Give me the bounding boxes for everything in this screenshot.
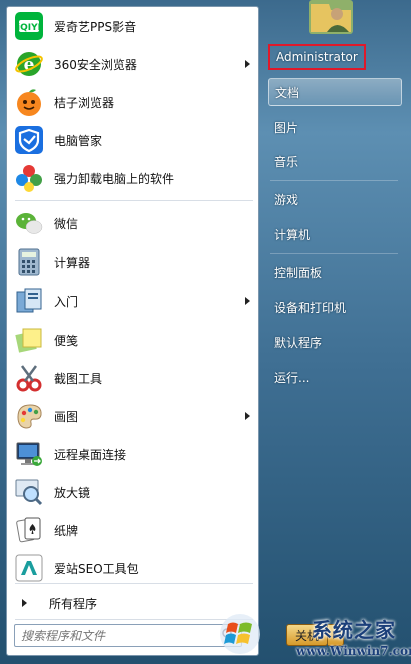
submenu-arrow-icon[interactable] <box>245 297 250 305</box>
watermark: 系统之家 www.Winwin7.com <box>214 608 411 664</box>
program-pc-manager[interactable]: 电脑管家 <box>10 122 256 158</box>
program-wechat[interactable]: 微信 <box>10 205 256 241</box>
pictures-item[interactable]: 图片 <box>268 113 402 141</box>
watermark-url: www.Winwin7.com <box>296 644 411 658</box>
uninstall-icon <box>13 162 45 194</box>
default-programs-label: 默认程序 <box>274 335 323 350</box>
program-label: 微信 <box>54 216 79 231</box>
360-browser-icon: e <box>13 48 45 80</box>
games-label: 游戏 <box>274 192 299 207</box>
devices-printers-item[interactable]: 设备和打印机 <box>268 293 402 321</box>
watermark-title: 系统之家 <box>312 618 396 642</box>
computer-label: 计算机 <box>274 227 311 242</box>
program-label: 爱奇艺PPS影音 <box>54 19 137 34</box>
divider <box>270 180 398 181</box>
program-label: 入门 <box>54 294 79 309</box>
run-label: 运行... <box>274 370 310 385</box>
program-iqiyi[interactable]: iQIYI 爱奇艺PPS影音 <box>10 8 256 44</box>
arrow-right-icon <box>22 599 27 607</box>
program-magnifier[interactable]: 放大镜 <box>10 474 256 510</box>
program-label: 爱站SEO工具包 <box>54 561 139 576</box>
calculator-icon <box>13 246 45 278</box>
submenu-arrow-icon[interactable] <box>245 412 250 420</box>
program-label: 便笺 <box>54 333 79 348</box>
search-box[interactable] <box>14 624 242 647</box>
solitaire-icon <box>13 514 45 546</box>
pc-manager-icon <box>13 124 45 156</box>
computer-item[interactable]: 计算机 <box>268 220 402 248</box>
program-label: 纸牌 <box>54 523 79 538</box>
program-label: 截图工具 <box>54 371 103 386</box>
programs-pane: iQIYI 爱奇艺PPS影音 e 360安全浏览器 桔子浏览器 电脑管家 强力卸… <box>6 6 259 656</box>
user-folder-administrator[interactable]: Administrator <box>268 44 366 70</box>
music-item[interactable]: 音乐 <box>268 147 402 175</box>
control-panel-label: 控制面板 <box>274 265 323 280</box>
pictures-label: 图片 <box>274 120 299 135</box>
sticky-notes-icon <box>13 324 45 356</box>
documents-label: 文档 <box>275 85 300 100</box>
program-label: 画图 <box>54 409 79 424</box>
divider <box>15 583 253 584</box>
program-paint[interactable]: 画图 <box>10 398 256 434</box>
program-uninstall[interactable]: 强力卸载电脑上的软件 <box>10 160 256 196</box>
search-input[interactable] <box>21 628 211 643</box>
wechat-icon <box>13 207 45 239</box>
program-360-browser[interactable]: e 360安全浏览器 <box>10 46 256 82</box>
music-label: 音乐 <box>274 154 299 169</box>
program-label: 计算器 <box>54 255 91 270</box>
getting-started-icon <box>13 285 45 317</box>
iqiyi-icon: iQIYI <box>13 10 45 42</box>
all-programs-label: 所有程序 <box>49 596 98 611</box>
program-seo-toolkit[interactable]: 爱站SEO工具包 <box>10 550 256 586</box>
program-label: 强力卸载电脑上的软件 <box>54 171 175 186</box>
documents-item[interactable]: 文档 <box>268 78 402 106</box>
games-item[interactable]: 游戏 <box>268 185 402 213</box>
devices-printers-label: 设备和打印机 <box>274 300 347 315</box>
program-label: 桔子浏览器 <box>54 95 115 110</box>
program-orange-browser[interactable]: 桔子浏览器 <box>10 84 256 120</box>
program-label: 放大镜 <box>54 485 91 500</box>
run-item[interactable]: 运行... <box>268 363 402 391</box>
remote-desktop-icon <box>13 438 45 470</box>
svg-text:iQIYI: iQIYI <box>17 23 41 33</box>
windows-logo-icon <box>220 614 260 654</box>
program-remote-desktop[interactable]: 远程桌面连接 <box>10 436 256 472</box>
program-calculator[interactable]: 计算器 <box>10 244 256 280</box>
seo-toolkit-icon <box>13 552 45 584</box>
program-getting-started[interactable]: 入门 <box>10 283 256 319</box>
control-panel-item[interactable]: 控制面板 <box>268 258 402 286</box>
default-programs-item[interactable]: 默认程序 <box>268 328 402 356</box>
program-label: 360安全浏览器 <box>54 57 137 72</box>
user-name-label: Administrator <box>276 50 358 64</box>
program-label: 远程桌面连接 <box>54 447 127 462</box>
program-sticky-notes[interactable]: 便笺 <box>10 322 256 358</box>
submenu-arrow-icon[interactable] <box>245 60 250 68</box>
paint-icon <box>13 400 45 432</box>
snipping-tool-icon <box>13 362 45 394</box>
program-solitaire[interactable]: 纸牌 <box>10 512 256 548</box>
program-snipping-tool[interactable]: 截图工具 <box>10 360 256 396</box>
start-menu: iQIYI 爱奇艺PPS影音 e 360安全浏览器 桔子浏览器 电脑管家 强力卸… <box>0 0 411 664</box>
user-picture[interactable] <box>305 0 357 34</box>
divider <box>15 200 253 201</box>
program-label: 电脑管家 <box>54 133 103 148</box>
orange-browser-icon <box>13 86 45 118</box>
divider <box>270 253 398 254</box>
magnifier-icon <box>13 476 45 508</box>
